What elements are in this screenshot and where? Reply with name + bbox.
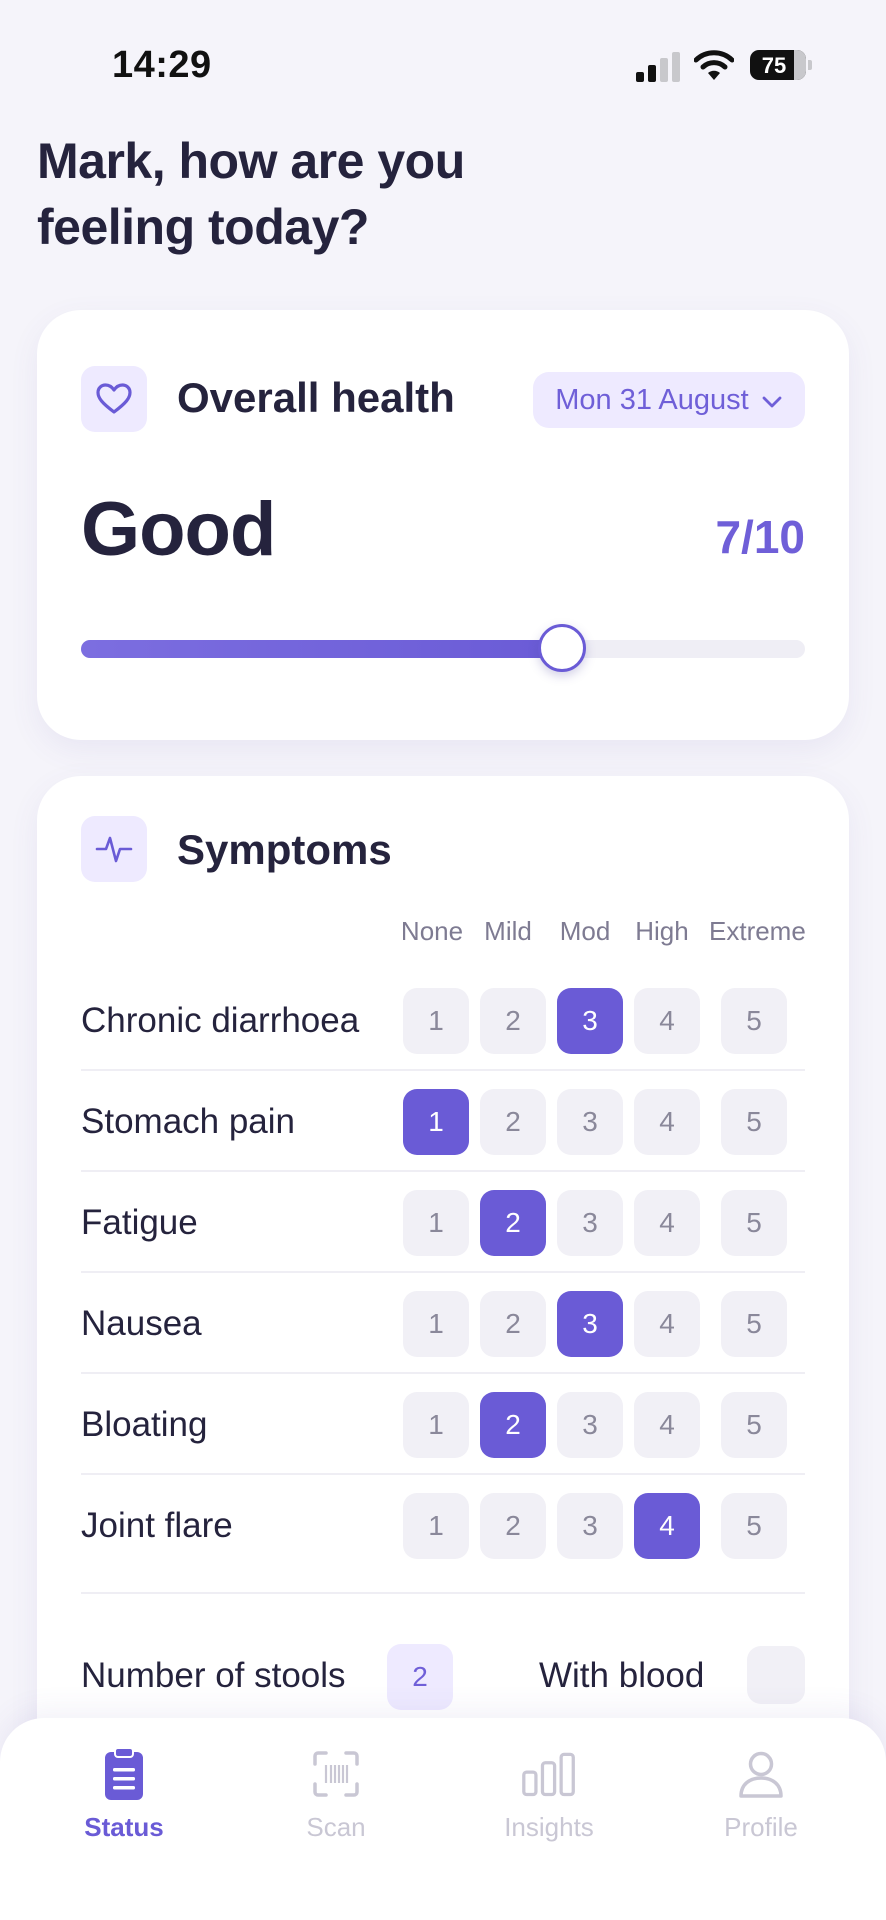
date-label: Mon 31 August	[555, 383, 749, 416]
severity-option[interactable]: 5	[721, 1089, 787, 1155]
severity-option[interactable]: 3	[557, 988, 623, 1054]
symptom-label: Bloating	[81, 1404, 208, 1444]
symptom-row: Stomach pain 1 2 3 4 5	[81, 1071, 805, 1172]
severity-option[interactable]: 5	[721, 1291, 787, 1357]
severity-option[interactable]: 4	[634, 1392, 700, 1458]
tab-status-label: Status	[84, 1812, 164, 1842]
overall-health-card: Overall health Mon 31 August Good 7/10	[37, 310, 849, 740]
symptom-label: Stomach pain	[81, 1101, 296, 1141]
severity-option[interactable]: 2	[480, 1291, 546, 1357]
severity-option[interactable]: 4	[634, 1291, 700, 1357]
health-slider-fill	[81, 640, 562, 658]
severity-option[interactable]: 2	[480, 1089, 546, 1155]
cellular-signal-icon	[636, 52, 680, 82]
status-time: 14:29	[112, 44, 212, 86]
pulse-icon	[81, 816, 147, 882]
symptom-label: Chronic diarrhoea	[81, 1000, 360, 1040]
tab-profile-label: Profile	[724, 1812, 798, 1842]
severity-option[interactable]: 3	[557, 1190, 623, 1256]
heart-icon	[81, 366, 147, 432]
with-blood-label: With blood	[539, 1656, 705, 1695]
symptom-label: Fatigue	[81, 1202, 198, 1242]
tab-insights[interactable]: Insights	[474, 1746, 624, 1856]
chevron-down-icon	[761, 384, 783, 417]
symptom-row: Bloating 1 2 3 4 5	[81, 1374, 805, 1475]
tab-scan-label: Scan	[306, 1812, 366, 1842]
symptom-label: Joint flare	[81, 1505, 233, 1545]
severity-option[interactable]: 5	[721, 1392, 787, 1458]
person-icon	[733, 1746, 789, 1802]
status-bar: 14:29 75	[0, 0, 886, 110]
severity-option[interactable]: 1	[403, 988, 469, 1054]
severity-option[interactable]: 1	[403, 1493, 469, 1559]
health-rating: Good	[81, 487, 276, 572]
severity-option[interactable]: 2	[480, 1493, 546, 1559]
severity-option[interactable]: 5	[721, 1493, 787, 1559]
severity-option[interactable]: 4	[634, 1190, 700, 1256]
symptom-label: Nausea	[81, 1303, 202, 1343]
severity-option[interactable]: 1	[403, 1089, 469, 1155]
barcode-scan-icon	[308, 1746, 364, 1802]
severity-option[interactable]: 4	[634, 1493, 700, 1559]
severity-option[interactable]: 5	[721, 1190, 787, 1256]
severity-label-high: High	[635, 916, 689, 946]
wifi-icon	[693, 48, 735, 82]
divider	[81, 1592, 805, 1594]
bar-chart-icon	[521, 1746, 577, 1802]
battery-level: 75	[761, 53, 787, 78]
symptom-row: Nausea 1 2 3 4 5	[81, 1273, 805, 1374]
stools-label: Number of stools	[81, 1656, 346, 1695]
overall-health-title: Overall health	[177, 374, 455, 421]
symptom-row: Fatigue 1 2 3 4 5	[81, 1172, 805, 1273]
severity-option[interactable]: 3	[557, 1089, 623, 1155]
severity-header: None Mild Mod High Extreme	[37, 916, 849, 956]
clipboard-icon	[96, 1746, 152, 1802]
health-slider-thumb[interactable]	[538, 624, 586, 672]
symptom-row: Chronic diarrhoea 1 2 3 4 5	[81, 970, 805, 1071]
severity-option[interactable]: 3	[557, 1392, 623, 1458]
severity-option[interactable]: 3	[557, 1291, 623, 1357]
date-selector[interactable]: Mon 31 August	[533, 372, 805, 428]
with-blood-checkbox[interactable]	[747, 1646, 805, 1704]
tab-bar: Status Scan Insights Profile	[0, 1718, 886, 1920]
severity-option[interactable]: 5	[721, 988, 787, 1054]
severity-option[interactable]: 2	[480, 1190, 546, 1256]
severity-label-extreme: Extreme	[709, 916, 806, 946]
battery-icon: 75	[750, 50, 812, 80]
health-score: 7/10	[715, 511, 805, 563]
severity-option[interactable]: 4	[634, 1089, 700, 1155]
tab-profile[interactable]: Profile	[686, 1746, 836, 1856]
health-slider[interactable]	[81, 624, 805, 672]
severity-option[interactable]: 2	[480, 988, 546, 1054]
greeting-heading: Mark, how are you feeling today?	[37, 133, 465, 255]
severity-option[interactable]: 1	[403, 1190, 469, 1256]
severity-option[interactable]: 4	[634, 988, 700, 1054]
tab-insights-label: Insights	[504, 1812, 594, 1842]
tab-scan[interactable]: Scan	[261, 1746, 411, 1856]
severity-option[interactable]: 3	[557, 1493, 623, 1559]
symptoms-title: Symptoms	[177, 826, 392, 873]
severity-option[interactable]: 1	[403, 1392, 469, 1458]
stools-count-input[interactable]: 2	[387, 1644, 453, 1710]
severity-option[interactable]: 2	[480, 1392, 546, 1458]
symptom-row: Joint flare 1 2 3 4 5	[81, 1475, 805, 1576]
tab-status[interactable]: Status	[49, 1746, 199, 1856]
severity-option[interactable]: 1	[403, 1291, 469, 1357]
